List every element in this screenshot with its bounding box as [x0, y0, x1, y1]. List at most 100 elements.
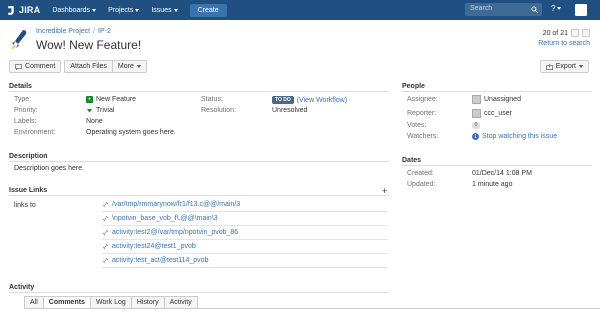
stop-watching-link[interactable]: Stop watching this issue [482, 133, 557, 140]
issue-title[interactable]: Wow! New Feature! [36, 38, 141, 52]
assignee-value[interactable]: Unassigned [472, 95, 521, 104]
comment-icon [15, 63, 22, 70]
more-label: More [117, 63, 134, 70]
breadcrumb: Incredible Project / IP-2 [36, 28, 111, 35]
chevron-down-icon [136, 65, 141, 68]
breadcrumb-issue-key[interactable]: IP-2 [98, 28, 111, 35]
issue-link-text: /var/tmp/rmmarynow/fr1/f13.c@@/main/3 [112, 201, 241, 208]
export-button[interactable]: Export [539, 60, 589, 73]
activity-tabs: All Comments Work Log History Activity [24, 296, 600, 309]
link-icon [102, 215, 109, 222]
issue-link-row[interactable]: /var/tmp/rmmarynow/fr1/f13.c@@/main/3 [102, 198, 388, 212]
environment-label: Environment: [14, 129, 56, 136]
dashboards-label: Dashboards [52, 6, 91, 14]
return-to-search-link[interactable]: Return to search [538, 40, 590, 47]
status-value: TO DO (View Workflow) [272, 96, 347, 104]
chevron-down-icon [579, 65, 583, 68]
export-label: Export [555, 63, 576, 70]
created-label: Created: [407, 170, 434, 177]
issue-link-row[interactable]: activity:test24@test1_pvob [102, 240, 388, 254]
comment-button[interactable]: Comment [9, 60, 62, 73]
resolution-value: Unresolved [272, 107, 308, 114]
updated-value: 1 minute ago [472, 181, 513, 188]
next-issue-button[interactable] [582, 29, 590, 37]
projects-label: Projects [108, 6, 134, 14]
logo-text: JIRA [19, 5, 41, 15]
labels-value: None [86, 118, 103, 125]
dates-divider [402, 165, 592, 166]
more-button[interactable]: More [112, 60, 147, 73]
avatar [472, 109, 481, 118]
people-heading: People [402, 83, 425, 90]
activity-divider [9, 292, 389, 293]
help-menu[interactable]: ? [551, 4, 562, 13]
issue-link-row[interactable]: \npotvin_base_vob_f\.@@\main\3 [102, 212, 388, 226]
link-icon [102, 243, 109, 250]
issue-pager: 20 of 21 Return to search [538, 29, 590, 47]
issue-link-text: activity:test_act@test114_pvob [112, 257, 209, 264]
tab-all[interactable]: All [24, 296, 44, 308]
reporter-value[interactable]: ccc_user [472, 109, 512, 118]
search-input[interactable]: Search [465, 3, 542, 16]
assignee-text: Unassigned [484, 96, 521, 103]
created-value: 01/Dec/14 1:08 PM [472, 170, 532, 177]
labels-label: Labels: [14, 118, 37, 125]
export-icon [545, 63, 553, 70]
link-icon [102, 257, 109, 264]
type-text: New Feature [96, 96, 137, 103]
breadcrumb-separator: / [93, 28, 96, 35]
issues-menu[interactable]: Issues [151, 6, 178, 14]
watchers-count-icon: 1 [472, 133, 479, 140]
updated-label: Updated: [407, 181, 436, 188]
view-workflow-link[interactable]: (View Workflow) [297, 97, 347, 104]
issue-link-text: \npotvin_base_vob_f\.@@\main\3 [112, 215, 218, 222]
status-label: Status: [201, 96, 223, 103]
dates-heading: Dates [402, 157, 422, 164]
tab-comments[interactable]: Comments [42, 296, 91, 308]
attach-files-button[interactable]: Attach Files [64, 60, 113, 73]
link-relation-label: links to [14, 202, 36, 209]
priority-value: Trivial [86, 107, 114, 114]
tab-history[interactable]: History [130, 296, 165, 308]
watchers-label: Watchers: [407, 133, 439, 140]
search-icon [531, 6, 538, 13]
create-button[interactable]: Create [189, 3, 227, 17]
new-feature-icon: + [86, 96, 93, 103]
chevron-down-icon [92, 8, 97, 12]
dashboards-menu[interactable]: Dashboards [52, 6, 97, 14]
description-heading: Description [9, 153, 48, 160]
description-divider [9, 161, 389, 162]
reporter-text: ccc_user [484, 110, 513, 117]
jira-logo-icon [8, 5, 14, 15]
votes-label: Votes: [407, 122, 427, 129]
assignee-label: Assignee: [407, 96, 438, 103]
pager-count: 20 of 21 [542, 29, 568, 37]
reporter-label: Reporter: [407, 110, 437, 117]
chevron-down-icon [135, 8, 140, 12]
comment-label: Comment [25, 63, 56, 70]
avatar [472, 95, 481, 104]
user-avatar[interactable] [575, 4, 587, 16]
issue-toolbar: Comment Attach Files More [9, 60, 147, 73]
priority-trivial-icon [87, 109, 92, 113]
tab-work-log[interactable]: Work Log [89, 296, 132, 308]
chevron-down-icon [173, 8, 178, 12]
tab-activity[interactable]: Activity [163, 296, 198, 308]
priority-text: Trivial [96, 107, 115, 114]
issue-links-divider [9, 195, 389, 196]
jira-logo[interactable]: JIRA [6, 5, 40, 16]
status-badge: TO DO [272, 96, 294, 104]
issue-links-heading: Issue Links [9, 187, 48, 194]
votes-value[interactable]: 0 [472, 122, 480, 129]
chevron-down-icon [557, 7, 562, 10]
issue-link-row[interactable]: activity:test2@/var/tmp/npotvin_pvob_86 [102, 226, 388, 240]
issues-label: Issues [151, 6, 172, 14]
previous-issue-button[interactable] [571, 29, 579, 37]
type-label: Type: [14, 96, 32, 103]
description-text[interactable]: Description goes here. [14, 165, 84, 172]
people-divider [402, 91, 592, 92]
issue-link-row[interactable]: activity:test_act@test114_pvob [102, 254, 388, 268]
search-placeholder: Search [470, 5, 493, 12]
projects-menu[interactable]: Projects [108, 6, 140, 14]
breadcrumb-project[interactable]: Incredible Project [36, 28, 90, 35]
